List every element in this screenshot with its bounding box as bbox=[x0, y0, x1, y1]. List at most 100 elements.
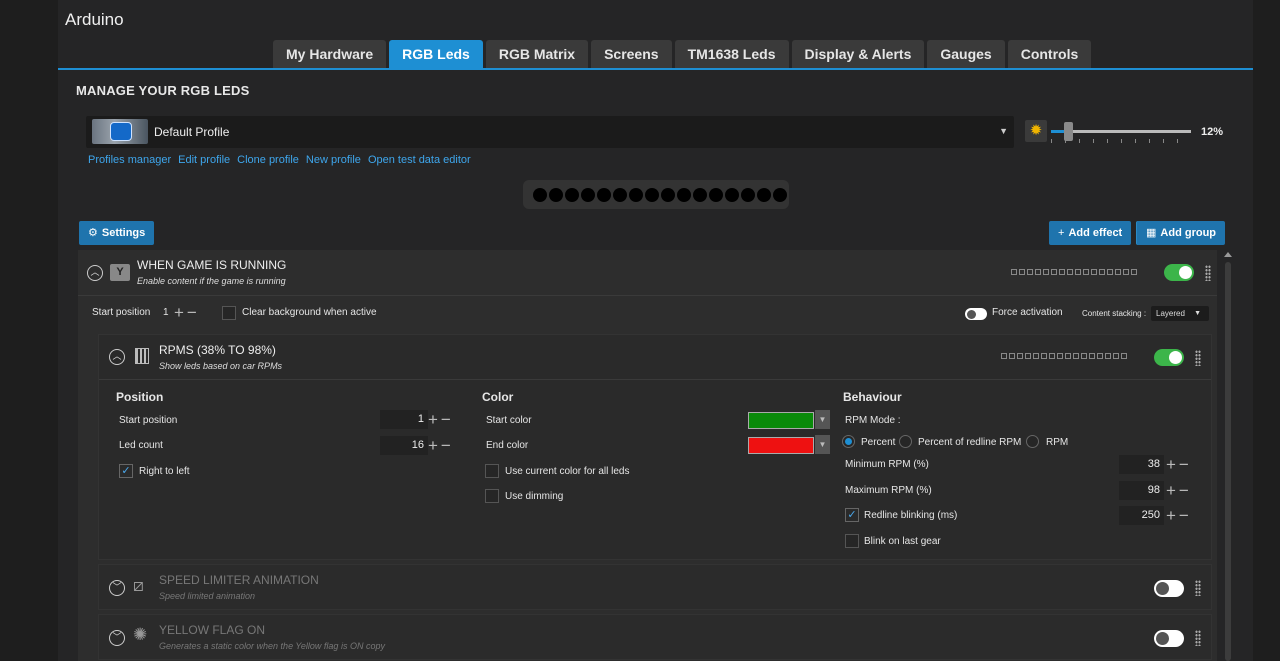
link-new-profile[interactable]: New profile bbox=[306, 154, 361, 166]
led-indicator-dot bbox=[1113, 353, 1119, 359]
plus-icon: + bbox=[1058, 227, 1065, 239]
tab-tm1638-leds[interactable]: TM1638 Leds bbox=[674, 40, 789, 68]
effect-enable-toggle[interactable] bbox=[1154, 580, 1184, 597]
divider bbox=[99, 379, 1211, 380]
led-indicator-dot bbox=[1099, 269, 1105, 275]
add-effect-button[interactable]: + Add effect bbox=[1049, 221, 1132, 245]
led-indicator-dot bbox=[1033, 353, 1039, 359]
led-indicator-dot bbox=[1105, 353, 1111, 359]
collapse-rpms-button[interactable]: ︿ bbox=[109, 349, 125, 365]
start-position-input[interactable]: 1 bbox=[380, 410, 428, 429]
min-rpm-stepper[interactable]: +− bbox=[1166, 455, 1192, 474]
expand-effect-button[interactable]: ﹀ bbox=[109, 580, 125, 596]
mode-redline-radio[interactable] bbox=[899, 435, 912, 448]
settings-button[interactable]: ⚙ Settings bbox=[79, 221, 155, 245]
max-rpm-stepper[interactable]: +− bbox=[1166, 481, 1192, 500]
mode-percent-radio[interactable] bbox=[842, 435, 855, 448]
rpms-enable-toggle[interactable] bbox=[1154, 349, 1184, 366]
scrollbar[interactable] bbox=[1223, 250, 1233, 661]
speed-limiter-icon: ⧄ bbox=[133, 576, 144, 595]
app-title: Arduino bbox=[65, 10, 124, 29]
tab-rgb-matrix[interactable]: RGB Matrix bbox=[485, 40, 589, 68]
drag-handle-icon[interactable] bbox=[1205, 265, 1211, 281]
content-stacking-label: Content stacking : bbox=[1082, 309, 1147, 318]
content-stacking-dropdown[interactable]: Layered ▼ bbox=[1151, 306, 1209, 321]
link-clone-profile[interactable]: Clone profile bbox=[237, 154, 299, 166]
slider-thumb[interactable] bbox=[1063, 122, 1073, 141]
redline-blinking-stepper[interactable]: +− bbox=[1166, 506, 1192, 525]
max-rpm-input[interactable]: 98 bbox=[1119, 481, 1164, 500]
tab-screens[interactable]: Screens bbox=[591, 40, 672, 68]
right-to-left-label: Right to left bbox=[139, 466, 190, 477]
redline-blinking-input[interactable]: 250 bbox=[1119, 506, 1164, 525]
clear-background-label: Clear background when active bbox=[242, 307, 377, 318]
use-current-color-checkbox[interactable] bbox=[485, 464, 499, 478]
effect-card-speed-limiter: ﹀ ⧄ SPEED LIMITER ANIMATION Speed limite… bbox=[98, 564, 1212, 610]
group-enable-toggle[interactable] bbox=[1164, 264, 1194, 281]
rpm-bar-icon bbox=[135, 348, 149, 364]
effect-enable-toggle[interactable] bbox=[1154, 630, 1184, 647]
drag-handle-icon[interactable] bbox=[1195, 580, 1201, 596]
tab-display-alerts[interactable]: Display & Alerts bbox=[791, 40, 925, 68]
settings-label: Settings bbox=[101, 227, 146, 239]
tab-my-hardware[interactable]: My Hardware bbox=[273, 40, 387, 68]
brightness-slider[interactable] bbox=[1051, 120, 1191, 143]
drag-handle-icon[interactable] bbox=[1195, 630, 1201, 646]
led-indicator-dot bbox=[1001, 353, 1007, 359]
divider bbox=[78, 295, 1217, 296]
led-indicator-dot bbox=[1065, 353, 1071, 359]
expand-effect-button[interactable]: ﹀ bbox=[109, 630, 125, 646]
profile-name: Default Profile bbox=[154, 125, 230, 139]
led-dot bbox=[741, 187, 755, 202]
drag-handle-icon[interactable] bbox=[1195, 350, 1201, 366]
start-color-picker-button[interactable]: ▼ bbox=[815, 410, 830, 429]
collapse-group-button[interactable]: ︿ bbox=[87, 265, 103, 281]
force-activation-toggle[interactable] bbox=[965, 308, 987, 320]
min-rpm-label: Minimum RPM (%) bbox=[845, 459, 929, 470]
start-color-swatch[interactable] bbox=[748, 412, 814, 429]
mode-rpm-radio[interactable] bbox=[1026, 435, 1039, 448]
tab-rgb-leds[interactable]: RGB Leds bbox=[389, 40, 483, 68]
clear-background-checkbox[interactable] bbox=[222, 306, 236, 320]
start-position-stepper[interactable]: +− bbox=[428, 410, 454, 429]
led-count-label: Led count bbox=[119, 440, 163, 451]
end-color-picker-button[interactable]: ▼ bbox=[815, 435, 830, 454]
link-profiles-manager[interactable]: Profiles manager bbox=[88, 154, 171, 166]
blink-last-gear-label: Blink on last gear bbox=[864, 536, 941, 547]
led-count-input[interactable]: 16 bbox=[380, 436, 428, 455]
behaviour-header: Behaviour bbox=[843, 390, 902, 404]
brightness-value: 12% bbox=[1201, 126, 1224, 138]
led-dot bbox=[629, 187, 643, 202]
plus-minus-stepper[interactable]: +− bbox=[174, 303, 200, 322]
link-test-data-editor[interactable]: Open test data editor bbox=[368, 154, 471, 166]
led-indicator-dot bbox=[1017, 353, 1023, 359]
blink-last-gear-checkbox[interactable] bbox=[845, 534, 859, 548]
tab-controls[interactable]: Controls bbox=[1007, 40, 1092, 68]
led-count-stepper[interactable]: +− bbox=[428, 436, 454, 455]
led-indicator-dot bbox=[1057, 353, 1063, 359]
min-rpm-input[interactable]: 38 bbox=[1119, 455, 1164, 474]
redline-blinking-checkbox[interactable]: ✓ bbox=[845, 508, 859, 522]
end-color-swatch[interactable] bbox=[748, 437, 814, 454]
start-position-value[interactable]: 1 bbox=[163, 307, 169, 318]
led-dot bbox=[725, 187, 739, 202]
add-group-button[interactable]: ▦ Add group bbox=[1136, 221, 1226, 245]
right-to-left-checkbox[interactable]: ✓ bbox=[119, 464, 133, 478]
tab-gauges[interactable]: Gauges bbox=[927, 40, 1005, 68]
group-title: WHEN GAME IS RUNNING bbox=[137, 258, 287, 272]
link-edit-profile[interactable]: Edit profile bbox=[178, 154, 230, 166]
led-indicator-dot bbox=[1091, 269, 1097, 275]
led-indicator-dot bbox=[1035, 269, 1041, 275]
profile-selector[interactable]: Default Profile ▼ bbox=[86, 116, 1014, 148]
use-dimming-checkbox[interactable] bbox=[485, 489, 499, 503]
end-color-label: End color bbox=[486, 440, 529, 451]
scroll-up-icon[interactable] bbox=[1224, 252, 1232, 257]
led-indicator-dot bbox=[1059, 269, 1065, 275]
led-indicator-dot bbox=[1011, 269, 1017, 275]
led-indicator-dot bbox=[1073, 353, 1079, 359]
use-current-color-label: Use current color for all leds bbox=[505, 466, 630, 477]
led-indicator-dot bbox=[1067, 269, 1073, 275]
profile-links: Profiles manager Edit profile Clone prof… bbox=[88, 154, 471, 166]
led-dot bbox=[597, 187, 611, 202]
rpms-subtitle: Show leds based on car RPMs bbox=[159, 361, 283, 371]
